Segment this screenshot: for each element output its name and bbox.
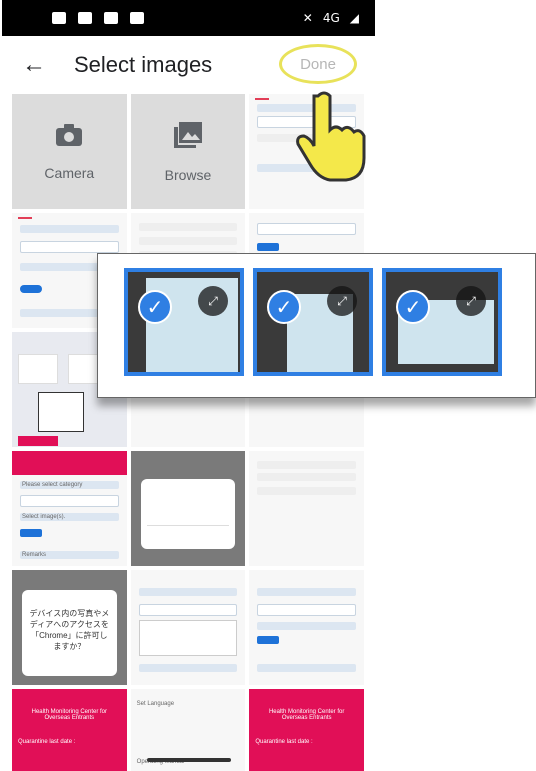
health-center-title: Health Monitoring Center for Overseas En… [268,709,345,721]
image-thumbnail[interactable] [130,570,246,685]
check-icon[interactable]: ✓ [396,290,430,324]
quarantine-date-label: Quarantine last date : [18,739,76,745]
health-center-title: Health Monitoring Center for Overseas En… [31,709,108,721]
selected-image[interactable]: ✓ ⤢ [382,268,502,376]
selected-image[interactable]: ✓ ⤢ [124,268,244,376]
camera-icon [56,123,83,146]
teams-icon [52,12,66,24]
image-thumbnail[interactable]: Please select category Select image(s). … [12,451,127,566]
expand-icon[interactable]: ⤢ [327,286,357,316]
mute-icon: ✕ [302,11,313,25]
image-thumbnail[interactable]: デバイス内の写真やメディアへのアクセスを「Chrome」に許可しますか？ [12,570,127,685]
quarantine-date-label: Quarantine last date : [255,739,313,745]
image-grid: Camera Browse Please select category Sel… [12,94,364,771]
camera-label: Camera [44,164,95,181]
app-bar: ← Select images Done [2,36,375,94]
expand-icon[interactable]: ⤢ [198,286,228,316]
file-icon [130,12,144,24]
image-thumbnail[interactable] [130,451,246,566]
done-button[interactable]: Done [279,44,357,84]
image-thumbnail[interactable]: Health Monitoring Center for Overseas En… [12,689,127,771]
selected-images-zoom: ✓ ⤢ ✓ ⤢ ✓ ⤢ [97,253,536,398]
permission-dialog-preview: デバイス内の写真やメディアへのアクセスを「Chrome」に許可しますか？ [22,590,117,676]
page-title: Select images [74,52,213,77]
selected-image[interactable]: ✓ ⤢ [253,268,373,376]
card-icon [104,12,118,24]
pointing-hand-icon [296,91,366,182]
done-label: Done [300,55,336,73]
browse-tile[interactable]: Browse [130,94,246,209]
image-thumbnail[interactable] [249,570,364,685]
image-thumbnail[interactable]: Health Monitoring Center for Overseas En… [249,689,364,771]
network-label: 4G [322,11,340,25]
system-icons: ✕ 4G ◢ [303,11,359,25]
check-icon[interactable]: ✓ [138,290,172,324]
remarks-label: Remarks [22,552,47,558]
arrow-left-icon[interactable]: ← [22,51,52,79]
notification-icons [52,12,144,24]
permission-text: デバイス内の写真やメディアへのアクセスを「Chrome」に許可しますか？ [29,609,110,651]
expand-icon[interactable]: ⤢ [456,286,486,316]
set-language-label: Set Language [136,701,175,707]
select-images-label: Select image(s). [22,514,66,520]
dialog-preview [140,479,236,549]
browse-label: Browse [164,166,212,183]
youtube-icon [78,12,92,24]
category-label: Please select category [22,482,83,488]
image-thumbnail[interactable] [249,451,364,566]
status-bar: ✕ 4G ◢ [2,0,375,36]
signal-icon: ◢ [349,11,359,25]
check-icon[interactable]: ✓ [267,290,301,324]
gallery-icon [173,121,202,148]
camera-tile[interactable]: Camera [12,94,127,209]
gesture-nav-bar[interactable] [147,758,231,762]
